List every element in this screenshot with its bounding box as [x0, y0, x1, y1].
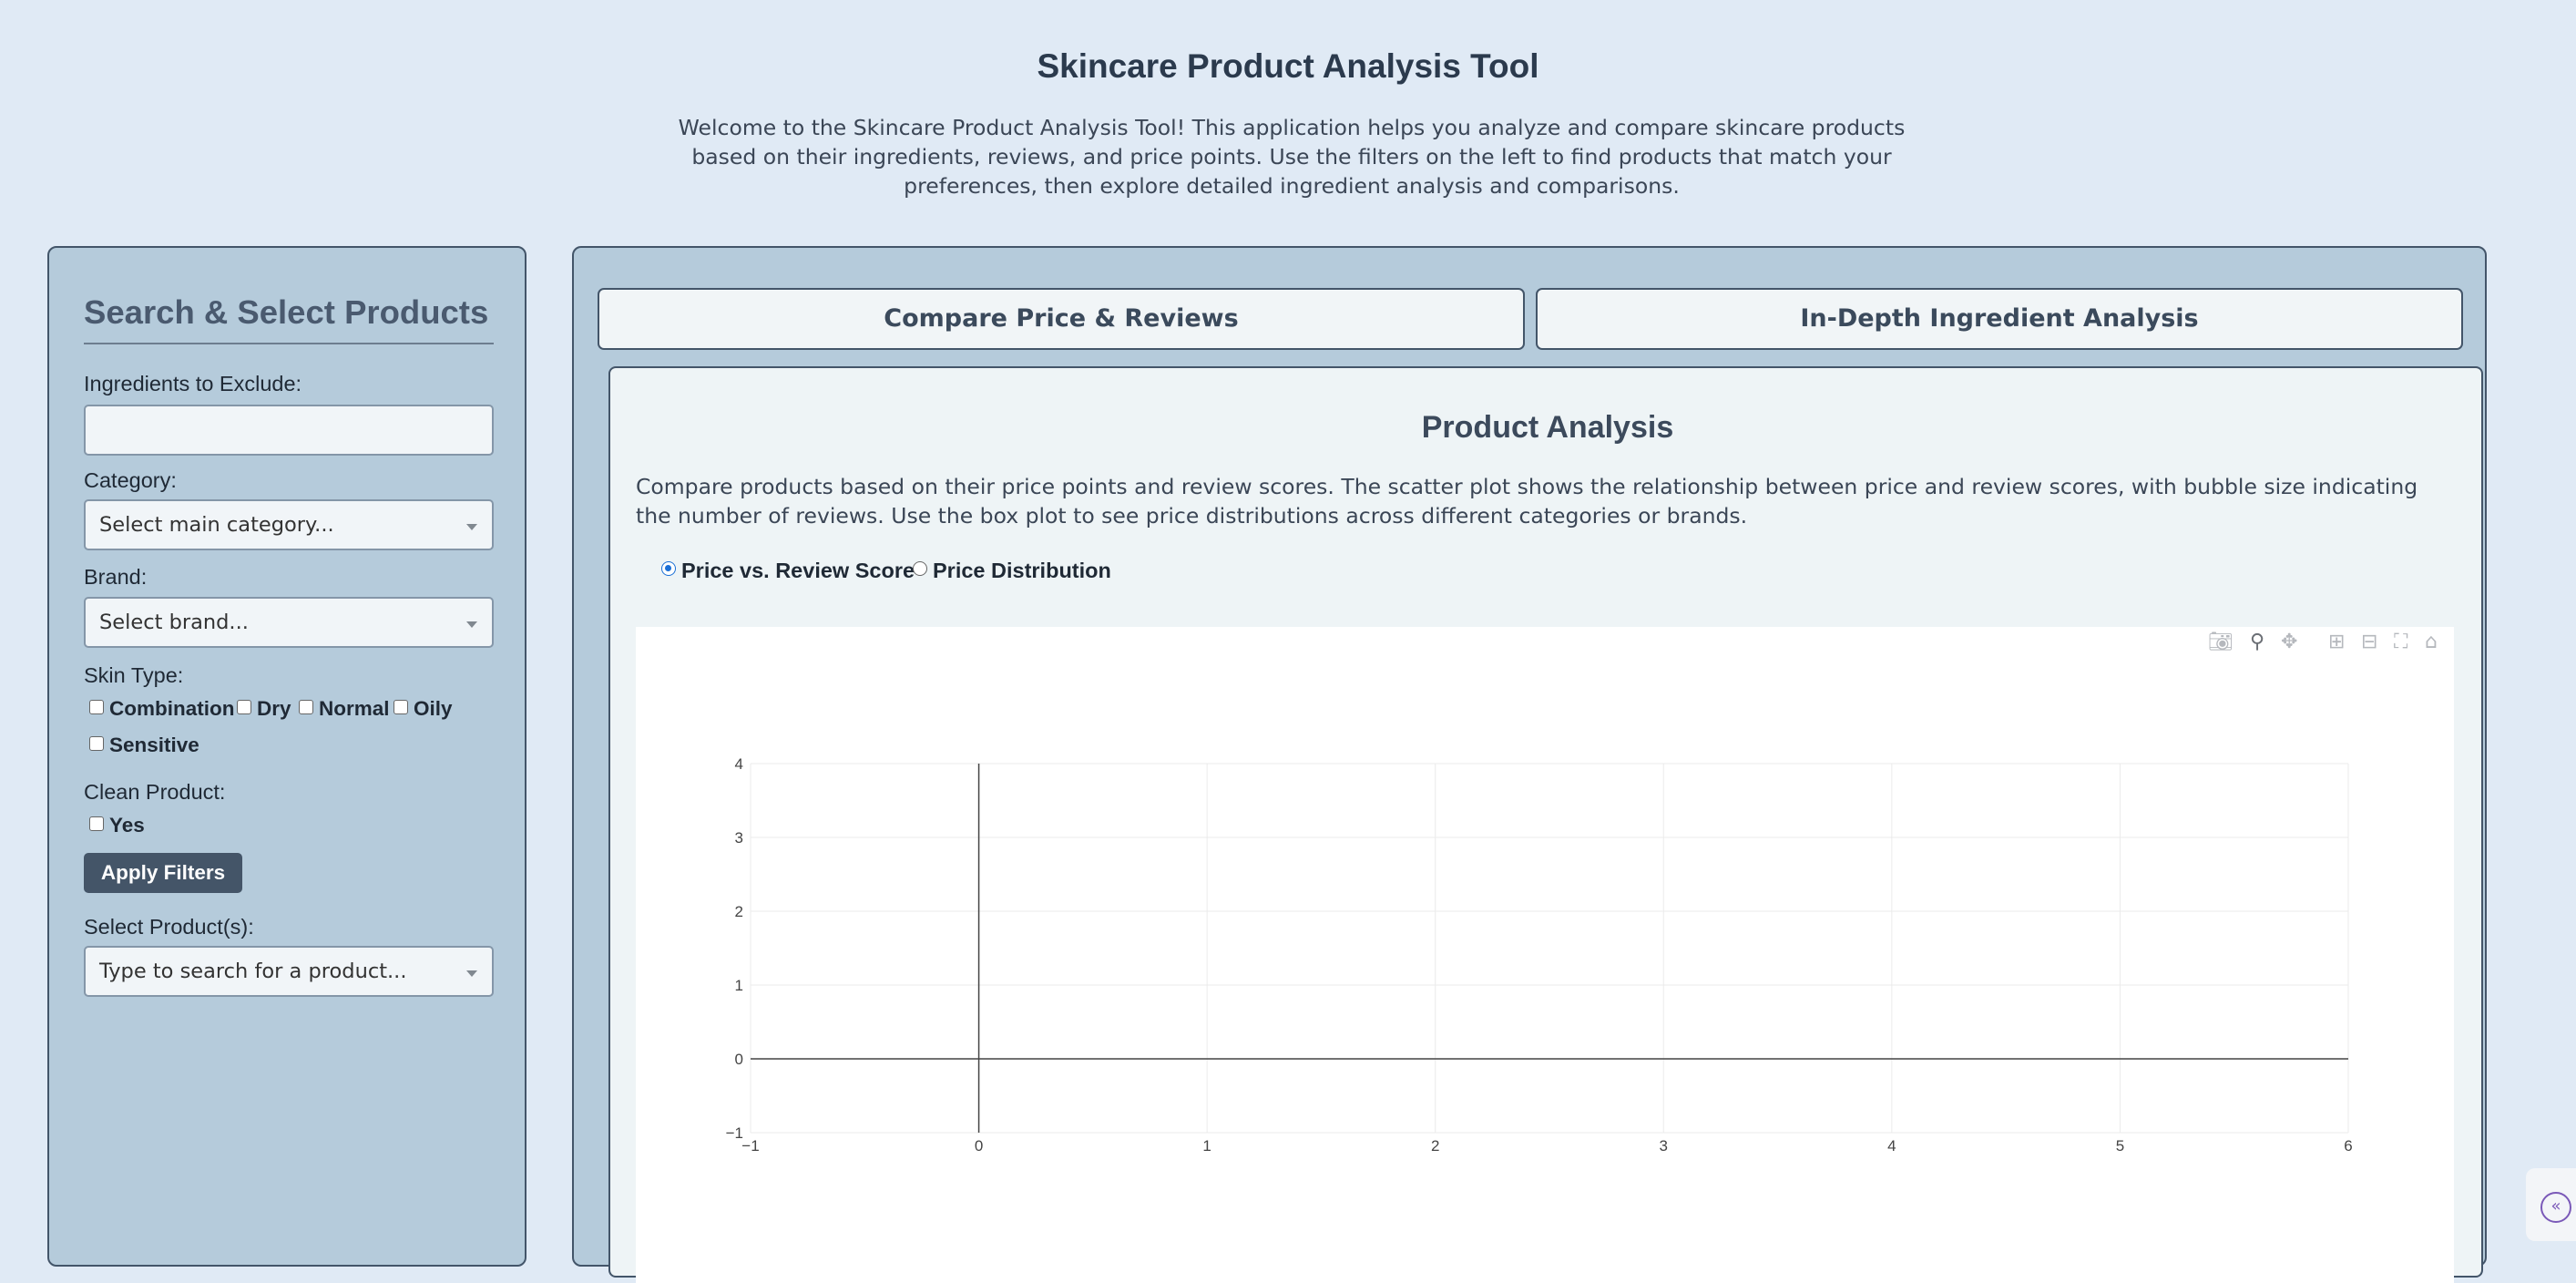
- skin-type-option: Oily: [414, 697, 453, 720]
- x-tick-label: 6: [2344, 1137, 2352, 1155]
- y-tick-label: 3: [735, 829, 743, 847]
- skin-type-option: Sensitive: [109, 734, 199, 756]
- select-products-label: Select Product(s):: [84, 915, 254, 939]
- clean-product-label: Clean Product:: [84, 780, 226, 804]
- chevron-down-icon: [466, 970, 477, 977]
- y-tick-label: 0: [735, 1051, 743, 1068]
- skin-type-label: Skin Type:: [84, 663, 184, 687]
- y-tick-label: 1: [735, 977, 743, 994]
- y-tick-label: −1: [726, 1124, 743, 1142]
- radio-label: Price vs. Review Score: [681, 559, 915, 582]
- sidebar-panel: Search & Select Products Ingredients to …: [47, 246, 526, 1267]
- double-chevron-left-icon: «: [2540, 1192, 2571, 1223]
- exclude-ingredients-input[interactable]: [84, 405, 494, 456]
- product-placeholder: Type to search for a product...: [99, 960, 407, 983]
- apply-filters-button[interactable]: Apply Filters: [84, 853, 242, 893]
- page-title: Skincare Product Analysis Tool: [1037, 47, 1539, 85]
- chevron-down-icon: [466, 621, 477, 628]
- radio-price-vs-review[interactable]: [661, 561, 676, 576]
- chart-svg: −1 0 1 2 3 4 5 6 −1 0 1 2 3 4: [726, 755, 2353, 1155]
- product-search-select[interactable]: Type to search for a product...: [84, 946, 494, 997]
- x-tick-label: 2: [1431, 1137, 1439, 1155]
- sidebar-title: Search & Select Products: [84, 293, 494, 344]
- skin-type-option: Combination: [109, 697, 235, 720]
- chevron-down-icon: [466, 524, 477, 530]
- x-tick-label: 1: [1202, 1137, 1211, 1155]
- skin-type-oily-checkbox[interactable]: [394, 700, 408, 714]
- skin-type-combination-checkbox[interactable]: [89, 700, 104, 714]
- brand-placeholder: Select brand...: [99, 611, 249, 634]
- main-panel: Compare Price & Reviews In-Depth Ingredi…: [572, 246, 2487, 1283]
- skin-type-sensitive-checkbox[interactable]: [89, 736, 104, 751]
- x-tick-label: 4: [1887, 1137, 1896, 1155]
- x-tick-label: 3: [1660, 1137, 1668, 1155]
- analysis-content: Product Analysis Compare products based …: [608, 366, 2483, 1283]
- x-tick-label: −1: [741, 1137, 759, 1155]
- intro-text: Welcome to the Skincare Product Analysis…: [678, 115, 1906, 199]
- analysis-description: Compare products based on their price po…: [636, 474, 2418, 529]
- y-tick-label: 4: [735, 755, 743, 773]
- exclude-label: Ingredients to Exclude:: [84, 372, 302, 395]
- category-placeholder: Select main category...: [99, 513, 334, 537]
- brand-label: Brand:: [84, 565, 148, 589]
- clean-product-option: Yes: [109, 814, 145, 837]
- skin-type-option: Dry: [257, 697, 291, 720]
- tab-compare-price-reviews[interactable]: Compare Price & Reviews: [598, 288, 1525, 350]
- collapse-sidebar-button[interactable]: «: [2526, 1168, 2576, 1241]
- category-select[interactable]: Select main category...: [84, 499, 494, 550]
- category-label: Category:: [84, 468, 177, 492]
- clean-product-checkbox[interactable]: [89, 816, 104, 831]
- radio-price-distribution[interactable]: [913, 561, 927, 576]
- y-tick-label: 2: [735, 903, 743, 920]
- x-tick-label: 0: [975, 1137, 983, 1155]
- scatter-plot[interactable]: 📷︎ ⚲ ✥ ⊞ ⊟ ⛶ ⌂ −1 0 1 2 3 4 5 6 −1 0 1 2 3 4: [636, 627, 2454, 1283]
- brand-select[interactable]: Select brand...: [84, 597, 494, 648]
- skin-type-option: Normal: [319, 697, 390, 720]
- tab-ingredient-analysis[interactable]: In-Depth Ingredient Analysis: [1536, 288, 2463, 350]
- skin-type-dry-checkbox[interactable]: [237, 700, 251, 714]
- radio-label: Price Distribution: [933, 559, 1111, 582]
- skin-type-normal-checkbox[interactable]: [299, 700, 313, 714]
- analysis-title: Product Analysis: [1421, 410, 1674, 445]
- x-tick-label: 5: [2116, 1137, 2124, 1155]
